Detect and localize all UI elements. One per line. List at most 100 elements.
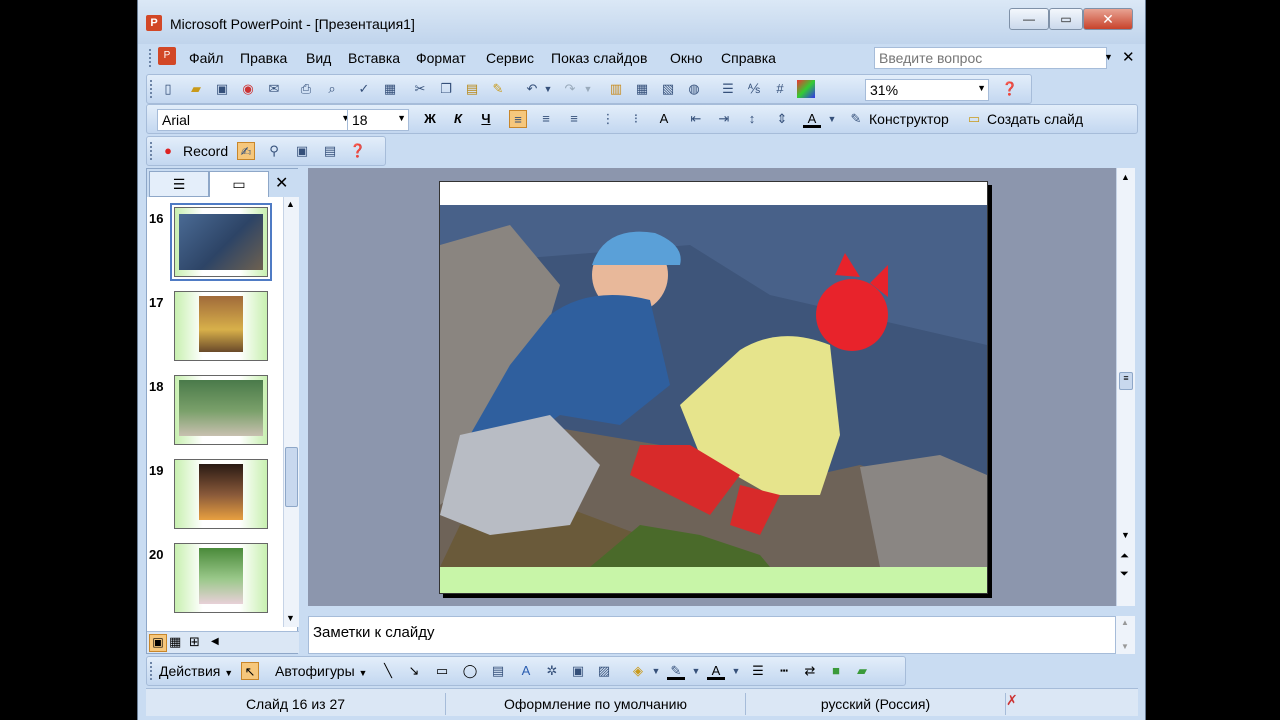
record-button[interactable]: Record bbox=[183, 143, 228, 159]
new-slide-button[interactable]: Создать слайд bbox=[987, 111, 1083, 127]
help-icon[interactable]: ❓ bbox=[1001, 80, 1019, 98]
diagram-icon[interactable]: ✲ bbox=[543, 662, 561, 680]
toolbar-grip[interactable] bbox=[150, 80, 153, 98]
next-slide-icon[interactable]: ⏷ bbox=[1120, 568, 1129, 581]
pointer-pen-icon[interactable]: ✍ bbox=[237, 142, 255, 160]
maximize-button[interactable]: ▭ bbox=[1049, 8, 1083, 30]
wordart-icon[interactable]: A bbox=[517, 662, 535, 680]
font-size-select[interactable]: 18 ▼ bbox=[347, 109, 409, 131]
underline-button[interactable]: Ч bbox=[477, 110, 495, 128]
decrease-indent-icon[interactable]: ⇤ bbox=[687, 110, 705, 128]
line-color-dropdown-icon[interactable]: ▼ bbox=[687, 662, 705, 680]
menu-view[interactable]: Вид bbox=[306, 50, 331, 66]
size-dropdown-icon[interactable]: ▼ bbox=[397, 113, 406, 123]
slide-thumbnail-17[interactable] bbox=[174, 291, 268, 361]
format-painter-icon[interactable]: ✎ bbox=[489, 80, 507, 98]
menu-help[interactable]: Справка bbox=[721, 50, 776, 66]
tables-borders-icon[interactable]: ▧ bbox=[659, 80, 677, 98]
menu-slideshow[interactable]: Показ слайдов bbox=[551, 50, 647, 66]
font-color-icon[interactable]: A bbox=[803, 110, 821, 128]
color-grayscale-icon[interactable] bbox=[797, 80, 815, 98]
menu-format[interactable]: Формат bbox=[416, 50, 466, 66]
scroll-down-icon[interactable]: ▼ bbox=[286, 613, 295, 623]
paragraph-spacing-icon[interactable]: ⇕ bbox=[773, 110, 791, 128]
italic-button[interactable]: К bbox=[449, 110, 467, 128]
align-center-icon[interactable]: ≡ bbox=[537, 110, 555, 128]
show-formatting-icon[interactable]: ⅍ bbox=[745, 80, 763, 98]
line-spacing-icon[interactable]: ↕ bbox=[743, 110, 761, 128]
record-dot-icon[interactable]: ● bbox=[159, 142, 177, 160]
save-icon[interactable]: ▣ bbox=[213, 80, 231, 98]
slide-thumbnail-16[interactable] bbox=[170, 203, 272, 281]
undo-dropdown-icon[interactable]: ▼ bbox=[539, 80, 557, 98]
designer-button[interactable]: Конструктор bbox=[869, 111, 949, 127]
research-icon[interactable]: ▦ bbox=[381, 80, 399, 98]
dash-style-icon[interactable]: ┅ bbox=[775, 662, 793, 680]
picture-icon[interactable]: ▨ bbox=[595, 662, 613, 680]
oval-icon[interactable]: ◯ bbox=[461, 662, 479, 680]
open-folder-icon[interactable]: ▰ bbox=[187, 80, 205, 98]
slide-thumbnail-19[interactable] bbox=[174, 459, 268, 529]
slide-photo-children[interactable] bbox=[440, 205, 987, 567]
line-style-icon[interactable]: ☰ bbox=[749, 662, 767, 680]
notes-scrollbar[interactable]: ▲ ▼ bbox=[1116, 616, 1135, 654]
slide-thumbnail-18[interactable] bbox=[174, 375, 268, 445]
spelling-status-icon[interactable]: ✗ bbox=[1006, 692, 1018, 709]
slide-settings-icon[interactable]: ▤ bbox=[321, 142, 339, 160]
numbering-icon[interactable]: ⋮ bbox=[599, 110, 617, 128]
spelling-icon[interactable]: ✓ bbox=[355, 80, 373, 98]
slide-sorter-icon[interactable]: ▦ bbox=[169, 634, 181, 650]
close-button[interactable]: ✕ bbox=[1083, 8, 1133, 30]
clipart-icon[interactable]: ▣ bbox=[569, 662, 587, 680]
select-pointer-icon[interactable]: ↖ bbox=[241, 662, 259, 680]
arrow-icon[interactable]: ↘ bbox=[405, 662, 423, 680]
align-right-icon[interactable]: ≡ bbox=[565, 110, 583, 128]
print-icon[interactable]: ⎙ bbox=[297, 80, 315, 98]
toolbar-grip[interactable] bbox=[149, 49, 152, 67]
insert-table-icon[interactable]: ▦ bbox=[633, 80, 651, 98]
bullets-icon[interactable]: ⁝ bbox=[627, 110, 645, 128]
fill-dropdown-icon[interactable]: ▼ bbox=[647, 662, 665, 680]
redo-icon[interactable]: ↷ bbox=[561, 80, 579, 98]
menu-file[interactable]: Файл bbox=[189, 50, 223, 66]
textbox-icon[interactable]: ▤ bbox=[489, 662, 507, 680]
notes-pane[interactable]: Заметки к слайду bbox=[308, 616, 1116, 654]
rectangle-icon[interactable]: ▭ bbox=[433, 662, 451, 680]
record-help-icon[interactable]: ❓ bbox=[349, 142, 367, 160]
drawing-font-dropdown-icon[interactable]: ▼ bbox=[727, 662, 745, 680]
increase-font-icon[interactable]: A bbox=[655, 110, 673, 128]
toolbar-grip[interactable] bbox=[150, 662, 153, 680]
scroll-left-icon[interactable]: ◀ bbox=[211, 636, 219, 647]
powerpoint-app-icon[interactable]: P bbox=[146, 15, 162, 31]
menu-tools[interactable]: Сервис bbox=[486, 50, 534, 66]
scroll-down-icon[interactable]: ▼ bbox=[1121, 530, 1130, 540]
email-icon[interactable]: ✉ bbox=[265, 80, 283, 98]
tab-outline[interactable]: ☰ bbox=[149, 171, 209, 197]
menu-insert[interactable]: Вставка bbox=[348, 50, 400, 66]
shadow-style-icon[interactable]: ■ bbox=[827, 662, 845, 680]
font-name-select[interactable]: Arial ▼ bbox=[157, 109, 353, 131]
scroll-up-icon[interactable]: ▲ bbox=[1121, 618, 1129, 627]
expand-all-icon[interactable]: ☰ bbox=[719, 80, 737, 98]
line-color-icon[interactable]: ✎ bbox=[667, 662, 685, 680]
close-panel-icon[interactable]: ✕ bbox=[275, 173, 288, 193]
align-left-icon[interactable]: ≡ bbox=[509, 110, 527, 128]
previous-slide-icon[interactable]: ⏶ bbox=[1120, 550, 1129, 563]
toolbar-grip[interactable] bbox=[150, 142, 153, 160]
new-document-icon[interactable]: ▯ bbox=[159, 80, 177, 98]
insert-chart-icon[interactable]: ▥ bbox=[607, 80, 625, 98]
slide-editing-area[interactable] bbox=[308, 168, 1116, 606]
new-slide-icon[interactable]: ▭ bbox=[965, 110, 983, 128]
scrollbar-thumb[interactable]: ≡ bbox=[1119, 372, 1133, 390]
drawing-font-color-icon[interactable]: A bbox=[707, 662, 725, 680]
thumbnail-scrollbar[interactable]: ▲ ▼ bbox=[283, 197, 299, 627]
slide-thumbnail-20[interactable] bbox=[174, 543, 268, 613]
current-slide[interactable] bbox=[439, 181, 988, 594]
line-icon[interactable]: ╲ bbox=[379, 662, 397, 680]
permission-icon[interactable]: ◉ bbox=[239, 80, 257, 98]
copy-icon[interactable]: ❐ bbox=[437, 80, 455, 98]
designer-icon[interactable]: ✎ bbox=[847, 110, 865, 128]
print-preview-icon[interactable]: ⌕ bbox=[323, 80, 341, 98]
arrow-style-icon[interactable]: ⇄ bbox=[801, 662, 819, 680]
zoom-select[interactable]: 31% ▼ bbox=[865, 79, 989, 101]
